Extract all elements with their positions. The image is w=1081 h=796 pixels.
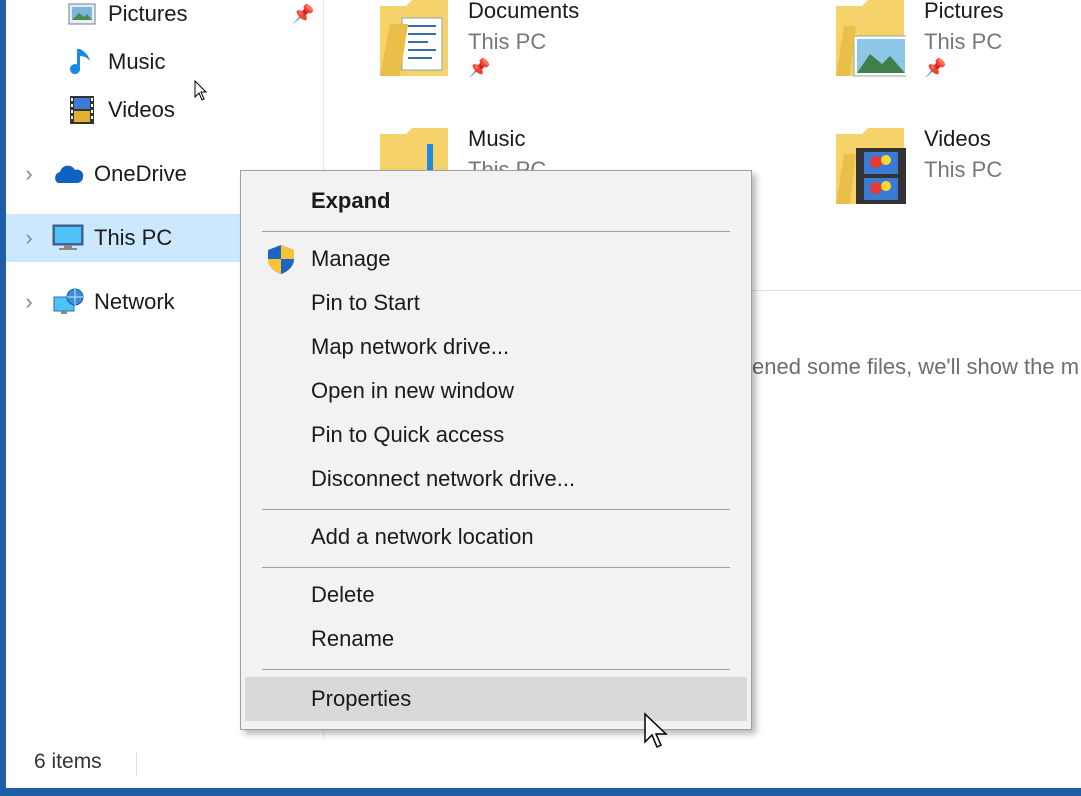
nav-label: This PC — [94, 225, 173, 250]
pictures-folder-icon — [836, 0, 906, 77]
menu-item-pin-to-quick-access[interactable]: Pin to Quick access — [245, 413, 747, 457]
nav-label: Videos — [108, 97, 175, 122]
menu-item-manage[interactable]: Manage — [245, 237, 747, 281]
videos-icon — [66, 94, 98, 126]
expand-chevron-icon[interactable]: › — [18, 289, 40, 315]
menu-item-pin-to-start[interactable]: Pin to Start — [245, 281, 747, 325]
expand-chevron-icon[interactable]: › — [18, 225, 40, 251]
documents-folder-icon — [380, 0, 448, 76]
menu-label: Rename — [311, 626, 395, 651]
menu-label: Disconnect network drive... — [311, 466, 576, 491]
item-count: 6 items — [34, 750, 102, 773]
menu-item-open-in-new-window[interactable]: Open in new window — [245, 369, 747, 413]
tile-pictures[interactable]: Pictures This PC 📌 — [834, 0, 1003, 80]
menu-label: Manage — [311, 246, 391, 271]
section-divider — [752, 290, 1081, 291]
tile-title: Videos — [924, 126, 991, 151]
music-icon — [66, 46, 98, 78]
window-border-bottom — [0, 788, 1081, 796]
menu-separator — [262, 669, 730, 670]
menu-label: Properties — [311, 686, 412, 711]
tile-title: Documents — [468, 0, 580, 23]
tile-subtitle: This PC — [468, 29, 547, 54]
nav-label: Network — [94, 289, 175, 314]
nav-label: Pictures — [108, 1, 188, 26]
tile-subtitle: This PC — [924, 157, 1003, 182]
nav-item-music[interactable]: Music — [66, 38, 321, 86]
uac-shield-icon — [268, 245, 294, 274]
menu-item-disconnect-network-drive[interactable]: Disconnect network drive... — [245, 457, 747, 501]
status-bar: 6 items — [6, 740, 1081, 788]
menu-item-properties[interactable]: Properties — [245, 677, 747, 721]
pictures-icon — [66, 0, 98, 30]
mouse-pointer-icon — [194, 80, 208, 101]
menu-item-expand[interactable]: Expand — [245, 179, 747, 223]
mouse-pointer-icon — [644, 712, 668, 749]
status-separator — [136, 752, 137, 776]
recent-files-message: ened some files, we'll show the m — [752, 354, 1080, 379]
menu-label: Delete — [311, 582, 375, 607]
tile-subtitle: This PC — [924, 29, 1003, 54]
pin-icon[interactable]: 📌 — [292, 4, 314, 25]
videos-folder-icon — [836, 128, 906, 204]
nav-label: Music — [108, 49, 166, 74]
menu-label: Expand — [311, 188, 391, 213]
menu-item-map-network-drive[interactable]: Map network drive... — [245, 325, 747, 369]
this-pc-icon — [52, 222, 84, 254]
tile-title: Music — [468, 126, 526, 151]
context-menu: Expand Manage Pin to Start Map network d… — [240, 170, 752, 730]
tile-title: Pictures — [924, 0, 1004, 23]
onedrive-icon — [52, 158, 84, 190]
menu-item-add-network-location[interactable]: Add a network location — [245, 515, 747, 559]
menu-label: Pin to Quick access — [311, 422, 505, 447]
nav-item-network[interactable]: › Network — [18, 278, 246, 326]
nav-label: OneDrive — [94, 161, 187, 186]
menu-separator — [262, 567, 730, 568]
expand-chevron-icon[interactable]: › — [18, 161, 40, 187]
menu-label: Add a network location — [311, 524, 534, 549]
menu-item-rename[interactable]: Rename — [245, 617, 747, 661]
file-explorer-window: Pictures 📌 Music Videos › OneDrive › Thi… — [0, 0, 1081, 796]
nav-item-pictures[interactable]: Pictures 📌 — [66, 0, 321, 38]
nav-item-this-pc[interactable]: › This PC — [6, 214, 246, 262]
menu-label: Pin to Start — [311, 290, 420, 315]
network-icon — [52, 286, 84, 318]
pin-icon[interactable]: 📌 — [468, 58, 579, 79]
tile-documents[interactable]: Documents This PC 📌 — [378, 0, 579, 80]
menu-separator — [262, 231, 730, 232]
menu-separator — [262, 509, 730, 510]
menu-label: Map network drive... — [311, 334, 510, 359]
pin-icon[interactable]: 📌 — [924, 58, 1003, 79]
menu-label: Open in new window — [311, 378, 515, 403]
tile-videos[interactable]: Videos This PC — [834, 124, 1002, 208]
menu-item-delete[interactable]: Delete — [245, 573, 747, 617]
